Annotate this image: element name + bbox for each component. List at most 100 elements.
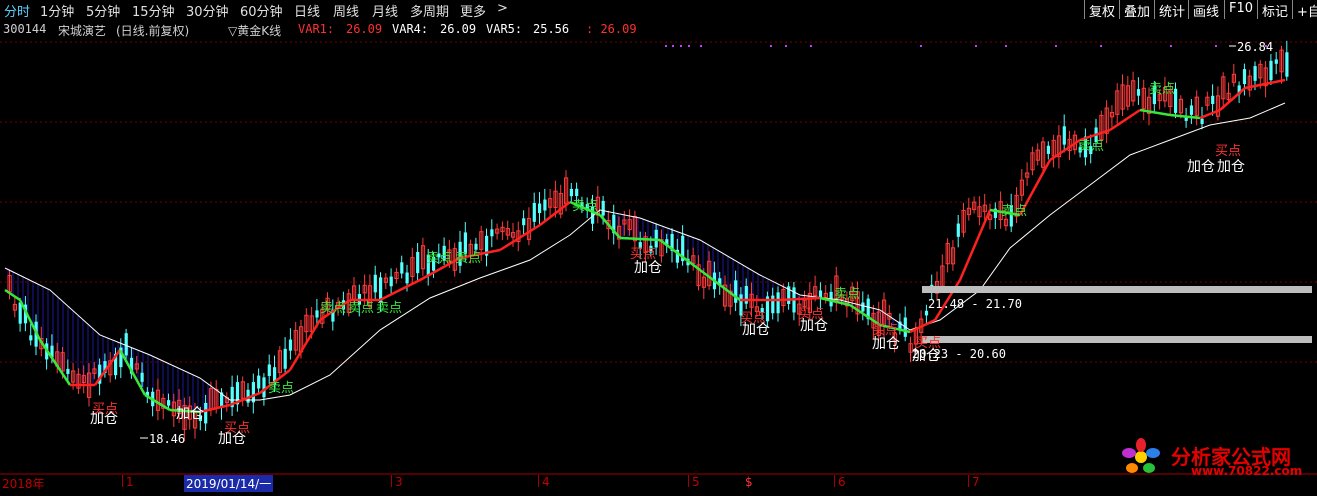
f10-button[interactable]: F10 xyxy=(1224,0,1257,19)
signal-label-sell: 卖点 xyxy=(268,381,294,396)
candle-body xyxy=(389,276,393,287)
signal-label-add: 加仓 xyxy=(872,336,900,352)
tab-more[interactable]: 更多 xyxy=(460,1,486,20)
candle-body xyxy=(924,310,929,316)
candle-body xyxy=(1136,89,1141,96)
ma-segment xyxy=(1109,108,1141,132)
overlay-button[interactable]: 叠加 xyxy=(1119,0,1154,20)
candle-body xyxy=(543,199,547,211)
candle-body xyxy=(776,292,780,314)
tab-30min[interactable]: 30分钟 xyxy=(186,1,229,20)
zone-bar-upper xyxy=(922,286,1312,293)
dot-marker xyxy=(1100,45,1102,47)
xaxis-label-5: 5 xyxy=(692,475,700,489)
indicator-selector[interactable]: ▽黄金K线 xyxy=(228,22,281,39)
kline-chart[interactable]: 卖点卖点 卖点 卖点卖点 卖点卖点卖点卖点卖点卖点买点买点买点 买点买点买点买点买点加仓… xyxy=(0,40,1317,475)
tab-fenshi[interactable]: 分时 xyxy=(4,1,30,20)
zone2-label: 20.23 - 20.60 xyxy=(912,347,1006,361)
var5-value: 25.56 xyxy=(533,22,570,36)
candle-body xyxy=(167,400,171,406)
site-logo: 分析家公式网 www.70822.com xyxy=(1113,437,1313,478)
candle-body xyxy=(771,295,775,314)
ma-segment xyxy=(958,209,992,281)
candle-body xyxy=(1189,105,1194,115)
candle-body xyxy=(251,382,255,403)
xaxis-tick xyxy=(538,475,539,487)
candle-body xyxy=(569,188,573,197)
dot-marker xyxy=(688,45,690,47)
xaxis-label-6: 6 xyxy=(838,475,846,489)
candle-body xyxy=(1269,60,1273,81)
extra-value: : 26.09 xyxy=(586,22,637,36)
signal-label-add: 加仓 xyxy=(800,318,828,334)
candle-body xyxy=(373,274,377,293)
tab-monthly[interactable]: 月线 xyxy=(372,1,398,20)
candle-body xyxy=(267,364,271,377)
restore-rights-button[interactable]: 复权 xyxy=(1084,0,1119,20)
high-price-label: 26.84 xyxy=(1237,40,1273,54)
xaxis-label-1: 1 xyxy=(126,475,134,489)
mark-button[interactable]: 标记 xyxy=(1257,0,1292,20)
dot-marker xyxy=(680,45,682,47)
tab-60min[interactable]: 60分钟 xyxy=(240,1,283,20)
signal-label-sell: 卖点 xyxy=(376,301,402,316)
dot-marker xyxy=(975,45,977,47)
ma-segment xyxy=(619,236,661,242)
candle-body xyxy=(532,202,536,222)
tab-multi-period[interactable]: 多周期 xyxy=(410,1,449,20)
dot-marker xyxy=(1170,45,1172,47)
var1-label: VAR1: xyxy=(298,22,335,36)
xaxis-marker: $ xyxy=(745,475,753,489)
dot-marker xyxy=(920,45,922,47)
xaxis-tick xyxy=(968,475,969,487)
candle-body xyxy=(1211,95,1215,105)
var5-label: VAR5: xyxy=(486,22,523,36)
xaxis-label-4: 4 xyxy=(542,475,550,489)
signal-label-sell: 卖点 xyxy=(1001,204,1027,219)
signal-label-sell: 卖点 xyxy=(426,251,452,266)
xaxis-tick xyxy=(834,475,835,487)
signal-label-sell: 卖点 xyxy=(1078,139,1104,154)
chevron-right-icon[interactable]: > xyxy=(497,1,508,16)
candle-body xyxy=(315,310,319,318)
dot-marker xyxy=(672,45,674,47)
candle-body xyxy=(1046,145,1050,154)
candles-group xyxy=(7,40,1289,442)
tab-15min[interactable]: 15分钟 xyxy=(132,1,175,20)
blue-fill-area xyxy=(7,210,919,412)
candle-body xyxy=(575,188,579,197)
tab-1min[interactable]: 1分钟 xyxy=(40,1,74,20)
candle-body xyxy=(400,262,404,274)
candle-body xyxy=(1253,66,1257,81)
tab-daily[interactable]: 日线 xyxy=(294,1,320,20)
xaxis-tick xyxy=(122,475,123,487)
draw-button[interactable]: 画线 xyxy=(1188,0,1223,20)
tab-weekly[interactable]: 周线 xyxy=(333,1,359,20)
candle-body xyxy=(1274,59,1278,64)
cursor-date-box: 2019/01/14/一 xyxy=(184,475,274,492)
candle-body xyxy=(522,218,526,226)
signal-label-sell: 卖点 xyxy=(572,199,598,214)
tab-5min[interactable]: 5分钟 xyxy=(86,1,120,20)
dot-marker xyxy=(785,45,787,47)
candle-body xyxy=(416,251,420,274)
signal-label-sell: 卖点 xyxy=(455,251,481,266)
dot-marker xyxy=(770,45,772,47)
flower-logo-icon xyxy=(1122,438,1160,473)
dot-marker xyxy=(1215,45,1217,47)
stats-button[interactable]: 统计 xyxy=(1154,0,1189,20)
add-watchlist-button[interactable]: +自选 xyxy=(1292,0,1317,20)
candle-body xyxy=(1200,118,1204,124)
dot-marker xyxy=(665,45,667,47)
logo-url: www.70822.com xyxy=(1191,464,1303,478)
var1-value: 26.09 xyxy=(346,22,383,36)
signal-label-sell: 卖点 xyxy=(1149,82,1175,97)
signal-label-buy: 买点 xyxy=(1215,144,1241,159)
dot-markers xyxy=(665,40,1309,47)
signal-label-add: 加仓 xyxy=(90,411,118,427)
candle-body xyxy=(204,402,208,424)
candle-body xyxy=(861,302,865,312)
signal-label-sell: 卖点 xyxy=(348,301,374,316)
xaxis-label-3: 3 xyxy=(395,475,403,489)
candle-body xyxy=(1062,126,1066,145)
